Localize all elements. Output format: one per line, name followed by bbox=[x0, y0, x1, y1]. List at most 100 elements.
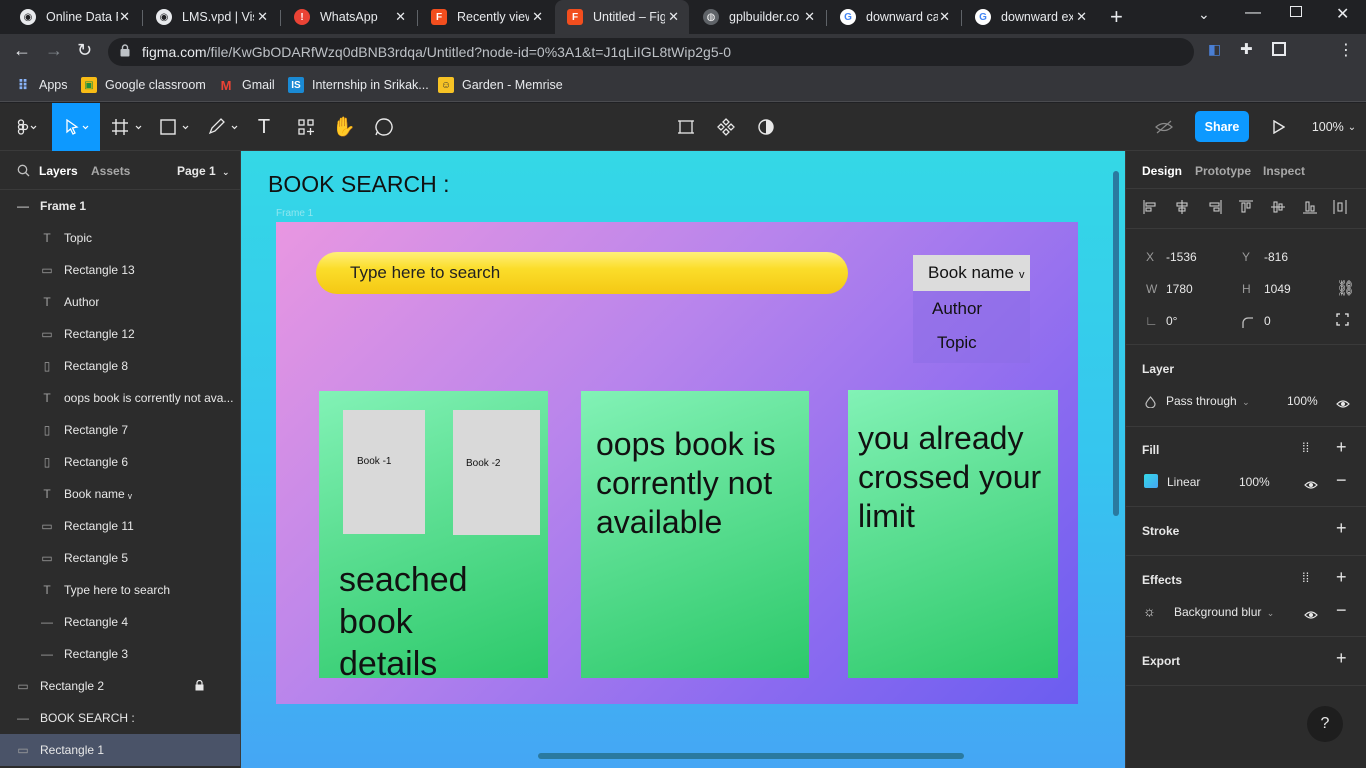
corner-radius-input[interactable]: 0 bbox=[1264, 314, 1271, 328]
design-canvas[interactable]: BOOK SEARCH : Frame 1 Type here to searc… bbox=[241, 151, 1125, 768]
tab-close-icon[interactable]: ✕ bbox=[119, 9, 130, 25]
add-fill-plus-icon[interactable]: + bbox=[1336, 437, 1347, 458]
independent-corners-icon[interactable] bbox=[1336, 313, 1349, 331]
tab-assets[interactable]: Assets bbox=[91, 164, 130, 178]
rotation-input[interactable]: 0° bbox=[1166, 314, 1177, 328]
fill-type-label[interactable]: Linear bbox=[1167, 475, 1200, 489]
layer-row[interactable]: — Rectangle 3 bbox=[0, 638, 240, 670]
component-icon[interactable] bbox=[714, 103, 738, 151]
card-search-results[interactable]: Book -1 Book -2 seached book details bbox=[319, 391, 548, 683]
hide-ui-icon[interactable] bbox=[1152, 103, 1176, 151]
page-selector[interactable]: Page 1 ⌄ bbox=[177, 164, 230, 178]
window-close-icon[interactable]: ✕ bbox=[1336, 4, 1349, 24]
align-right-icon[interactable] bbox=[1207, 199, 1223, 220]
frame-label[interactable]: Frame 1 bbox=[276, 208, 313, 219]
card-not-available[interactable]: oops book is corrently not available bbox=[581, 391, 809, 678]
url-bar[interactable]: figma.com/file/KwGbODARfWzq0dBNB3rdqa/Un… bbox=[108, 38, 1194, 66]
browser-tab[interactable]: F Recently view ✕ bbox=[419, 0, 553, 34]
back-arrow-icon[interactable]: ← bbox=[13, 40, 31, 61]
effect-settings-sun-icon[interactable]: ☼ bbox=[1143, 603, 1156, 619]
layer-row[interactable]: T Author bbox=[0, 286, 240, 318]
window-minimize-icon[interactable]: — bbox=[1245, 4, 1261, 22]
layer-row[interactable]: T Book name ᵥ bbox=[0, 478, 240, 510]
forward-arrow-icon[interactable]: → bbox=[45, 40, 63, 61]
side-panel-icon[interactable] bbox=[1272, 42, 1286, 56]
browser-tab[interactable]: ◉ LMS.vpd | Vis ✕ bbox=[144, 0, 278, 34]
h-value-input[interactable]: 1049 bbox=[1264, 282, 1291, 296]
tab-inspect[interactable]: Inspect bbox=[1263, 164, 1305, 178]
book-2-placeholder[interactable]: Book -2 bbox=[453, 410, 540, 535]
search-input[interactable]: Type here to search bbox=[316, 252, 848, 294]
browser-tab-active[interactable]: F Untitled – Fig ✕ bbox=[555, 0, 689, 34]
text-tool-icon[interactable]: T bbox=[252, 103, 276, 151]
frame-1[interactable]: Type here to search Book name v Author T… bbox=[276, 222, 1078, 704]
browser-tab[interactable]: ◍ gplbuilder.co ✕ bbox=[691, 0, 825, 34]
constrain-proportions-icon[interactable]: ⛓ bbox=[1336, 279, 1355, 297]
remove-effect-minus-icon[interactable]: − bbox=[1336, 600, 1347, 621]
layer-row[interactable]: ▯ Rectangle 7 bbox=[0, 414, 240, 446]
bookmark-apps[interactable]: ⠿ Apps bbox=[15, 76, 68, 94]
lock-icon[interactable] bbox=[195, 679, 204, 694]
window-restore-icon[interactable] bbox=[1290, 6, 1302, 17]
add-stroke-plus-icon[interactable]: + bbox=[1336, 518, 1347, 539]
browser-tab[interactable]: G downward ca ✕ bbox=[828, 0, 960, 34]
layer-row[interactable]: — BOOK SEARCH : bbox=[0, 702, 240, 734]
tab-close-icon[interactable]: ✕ bbox=[668, 9, 679, 25]
book-1-placeholder[interactable]: Book -1 bbox=[343, 410, 425, 534]
reload-icon[interactable]: ↻ bbox=[77, 40, 92, 61]
browser-tab[interactable]: ! WhatsApp ✕ bbox=[282, 0, 416, 34]
layer-row[interactable]: ▭ Rectangle 13 bbox=[0, 254, 240, 286]
layer-visibility-eye-icon[interactable] bbox=[1336, 396, 1350, 414]
y-value-input[interactable]: -816 bbox=[1264, 250, 1288, 264]
layer-row[interactable]: ▭ Rectangle 5 bbox=[0, 542, 240, 574]
tab-close-icon[interactable]: ✕ bbox=[395, 9, 406, 25]
layer-row[interactable]: Toops book is corrently not ava... bbox=[0, 382, 240, 414]
layer-row[interactable]: ▭ Rectangle 1 bbox=[0, 734, 240, 766]
puzzle-extensions-icon[interactable]: ✚ bbox=[1240, 40, 1253, 58]
pen-tool-icon[interactable] bbox=[204, 103, 244, 151]
dropdown-option-author[interactable]: Author bbox=[932, 299, 982, 319]
tab-close-icon[interactable]: ✕ bbox=[532, 9, 543, 25]
comment-tool-icon[interactable] bbox=[372, 103, 396, 151]
align-bottom-icon[interactable] bbox=[1302, 199, 1318, 220]
effect-style-grid-icon[interactable]: ⁞⁞ bbox=[1302, 570, 1309, 585]
remove-fill-minus-icon[interactable]: − bbox=[1336, 470, 1347, 491]
canvas-heading[interactable]: BOOK SEARCH : bbox=[268, 171, 449, 198]
tab-design[interactable]: Design bbox=[1142, 164, 1182, 178]
effect-type-dropdown[interactable]: Background blur ⌄ bbox=[1174, 605, 1274, 619]
effect-visibility-eye-icon[interactable] bbox=[1304, 607, 1318, 625]
fill-visibility-eye-icon[interactable] bbox=[1304, 477, 1318, 495]
blend-mode-dropdown[interactable]: Pass through ⌄ bbox=[1166, 394, 1250, 408]
chrome-menu-icon[interactable]: ⋮ bbox=[1338, 40, 1354, 60]
extension-icon[interactable]: ◧ bbox=[1208, 41, 1221, 58]
tab-close-icon[interactable]: ✕ bbox=[1076, 9, 1087, 25]
share-button[interactable]: Share bbox=[1195, 111, 1249, 142]
mask-contrast-icon[interactable] bbox=[754, 103, 778, 151]
dropdown-selected[interactable]: Book name v bbox=[913, 255, 1030, 291]
zoom-dropdown[interactable]: 100% ⌄ bbox=[1308, 103, 1360, 151]
new-tab-button[interactable]: + bbox=[1110, 4, 1123, 30]
fill-opacity-input[interactable]: 100% bbox=[1239, 475, 1270, 489]
align-top-icon[interactable] bbox=[1238, 199, 1254, 220]
layer-row[interactable]: ▭ Rectangle 12 bbox=[0, 318, 240, 350]
layer-row[interactable]: ▭ Rectangle 11 bbox=[0, 510, 240, 542]
frame-tool-icon[interactable] bbox=[108, 103, 148, 151]
tab-layers[interactable]: Layers bbox=[39, 164, 78, 178]
bookmark-memrise[interactable]: ☺ Garden - Memrise bbox=[438, 76, 563, 94]
card-limit-crossed[interactable]: you already crossed your limit bbox=[848, 390, 1058, 678]
tab-close-icon[interactable]: ✕ bbox=[804, 9, 815, 25]
tab-prototype[interactable]: Prototype bbox=[1195, 164, 1251, 178]
add-export-plus-icon[interactable]: + bbox=[1336, 648, 1347, 669]
layer-row[interactable]: — Rectangle 4 bbox=[0, 606, 240, 638]
layer-row[interactable]: — Frame 1 bbox=[0, 190, 240, 222]
browser-tab[interactable]: ◉ Online Data F ✕ bbox=[8, 0, 140, 34]
figma-main-menu-icon[interactable] bbox=[8, 103, 44, 151]
search-layers-icon[interactable] bbox=[17, 164, 30, 182]
layer-row[interactable]: T Type here to search bbox=[0, 574, 240, 606]
tab-close-icon[interactable]: ✕ bbox=[939, 9, 950, 25]
browser-tab[interactable]: G downward ex ✕ bbox=[963, 0, 1097, 34]
help-button[interactable]: ? bbox=[1307, 706, 1343, 742]
x-value-input[interactable]: -1536 bbox=[1166, 250, 1197, 264]
layer-opacity-input[interactable]: 100% bbox=[1287, 394, 1318, 408]
align-horizontal-center-icon[interactable] bbox=[1174, 199, 1190, 220]
